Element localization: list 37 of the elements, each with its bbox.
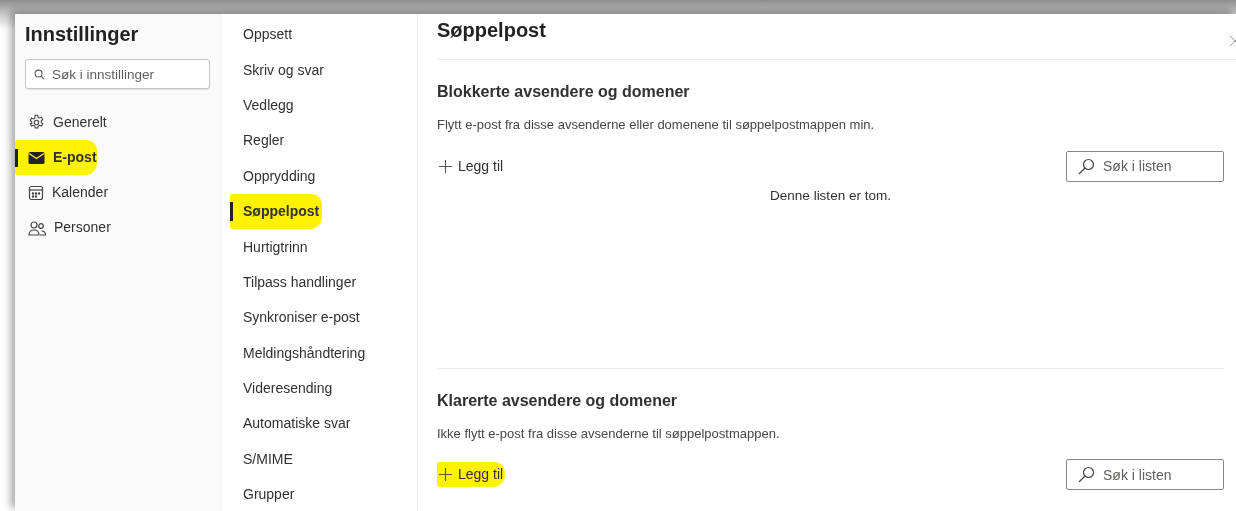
menu-item[interactable]: Automatiske svar <box>230 406 354 442</box>
menu-item[interactable]: Hurtigtrinn <box>230 229 311 265</box>
sidebar-item[interactable]: Kalender <box>15 175 109 210</box>
people-icon <box>28 219 46 236</box>
sidebar-item[interactable]: Generelt <box>15 105 107 140</box>
page-title: Søppelpost <box>437 14 1236 60</box>
add-button[interactable]: Legg til <box>437 462 506 488</box>
menu-item[interactable]: Grupper <box>230 477 298 511</box>
list-search-field[interactable]: Søk i listen <box>1066 459 1224 491</box>
list-search-field[interactable]: Søk i listen <box>1066 150 1224 182</box>
menu-item[interactable]: Regler <box>230 123 288 159</box>
menu-item[interactable]: Søppelpost <box>230 193 323 230</box>
settings-title: Innstillinger <box>25 22 140 46</box>
envelope-icon <box>28 150 45 165</box>
close-icon[interactable] <box>1230 36 1236 46</box>
plus-icon <box>439 468 452 482</box>
section-description: Ikke flytt e-post fra disse avsenderne til søppelpostmappen. <box>437 424 781 443</box>
search-field[interactable]: Søk i innstillinger <box>25 59 210 89</box>
gear-icon <box>28 114 45 131</box>
section-heading: Blokkerte avsendere og domener <box>437 82 691 102</box>
empty-list-message: Denne listen er tom. <box>769 186 892 205</box>
calendar-icon <box>28 184 44 201</box>
menu-item[interactable]: Skriv og svar <box>230 52 327 88</box>
menu-item[interactable]: Opprydding <box>230 158 319 194</box>
sidebar-item[interactable]: E-post <box>15 140 97 175</box>
sidebar-item[interactable]: Personer <box>15 210 111 245</box>
menu-item[interactable]: Tilpass handlinger <box>230 264 360 301</box>
section-description: Flytt e-post fra disse avsenderne eller domenene til søppelpostmappen min. <box>437 116 876 135</box>
menu-item[interactable]: Synkroniser e-post <box>230 300 363 336</box>
add-button[interactable]: Legg til <box>437 153 506 179</box>
plus-icon <box>439 159 452 173</box>
menu-item[interactable]: Videresending <box>230 370 336 407</box>
menu-item[interactable]: Meldingshåndtering <box>230 335 369 371</box>
section-heading: Klarerte avsendere og domener <box>437 390 679 410</box>
menu-item[interactable]: Vedlegg <box>230 87 297 124</box>
menu-item[interactable]: S/MIME <box>230 441 296 478</box>
menu-item[interactable]: Oppsett <box>230 17 296 53</box>
